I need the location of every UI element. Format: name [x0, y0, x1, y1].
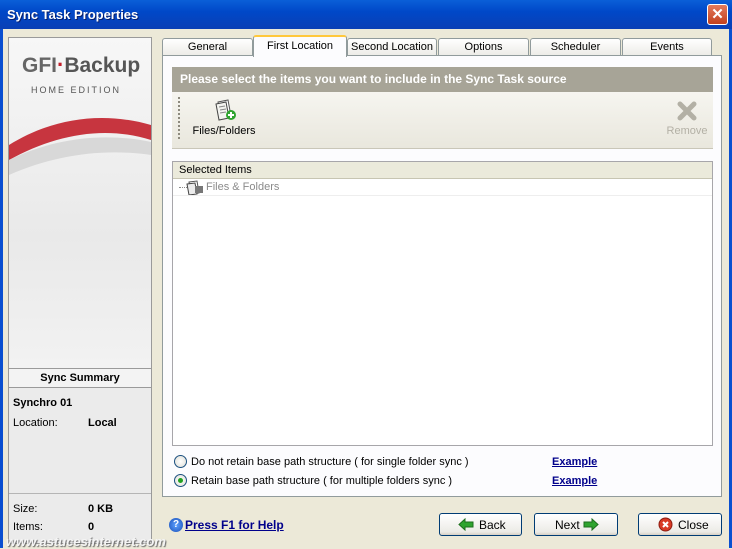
size-label: Size: — [13, 503, 38, 515]
back-arrow-icon — [458, 518, 474, 531]
summary-divider — [9, 493, 151, 494]
logo-swoosh-graphic — [9, 117, 151, 175]
remove-label: Remove — [666, 125, 708, 137]
window-close-button[interactable]: ✕ — [707, 4, 728, 25]
remove-button[interactable]: Remove — [664, 98, 710, 144]
remove-x-icon — [677, 101, 697, 121]
close-button[interactable]: Close — [638, 513, 722, 536]
logo-area: GFI·Backup HOME EDITION — [9, 38, 151, 368]
next-button[interactable]: Next — [534, 513, 618, 536]
help-icon: ? — [169, 518, 183, 532]
radio-selected-dot — [178, 478, 183, 483]
retain-label: Retain base path structure ( for multipl… — [191, 475, 453, 487]
files-folders-icon — [186, 180, 203, 195]
retain-radio[interactable] — [174, 474, 187, 487]
window-frame-left — [0, 29, 3, 548]
logo-edition: HOME EDITION — [31, 85, 122, 95]
toolbar: Files/Folders Remove — [172, 92, 713, 149]
tab-scheduler[interactable]: Scheduler — [530, 38, 621, 56]
sidebar-panel: GFI·Backup HOME EDITION Sync Summary Syn… — [8, 37, 152, 544]
no-retain-option[interactable]: Do not retain base path structure ( for … — [174, 454, 474, 470]
retain-option[interactable]: Retain base path structure ( for multipl… — [174, 473, 474, 489]
gfi-backup-logo: GFI·Backup — [22, 52, 141, 77]
help-label: Press F1 for Help — [185, 518, 284, 532]
title-bar: Sync Task Properties ✕ — [0, 0, 732, 29]
example-link-multiple[interactable]: Example — [552, 475, 597, 487]
window-title: Sync Task Properties — [7, 7, 139, 22]
no-retain-radio[interactable] — [174, 455, 187, 468]
items-value: 0 — [88, 521, 95, 533]
example-link-single[interactable]: Example — [552, 456, 597, 468]
next-label: Next — [555, 518, 580, 532]
instruction-banner: Please select the items you want to incl… — [172, 67, 713, 92]
tab-options[interactable]: Options — [438, 38, 529, 56]
close-circle-icon — [658, 517, 673, 532]
sync-summary-header: Sync Summary — [9, 368, 151, 388]
files-folders-label: Files/Folders — [192, 125, 256, 137]
location-value: Local — [88, 417, 117, 429]
add-files-icon — [215, 99, 236, 121]
close-icon: ✕ — [711, 6, 724, 23]
add-files-folders-button[interactable]: Files/Folders — [189, 98, 259, 144]
close-label: Close — [678, 518, 709, 532]
back-label: Back — [479, 518, 506, 532]
size-value: 0 KB — [88, 503, 114, 515]
tab-general[interactable]: General — [162, 38, 253, 56]
back-button[interactable]: Back — [439, 513, 522, 536]
tab-events[interactable]: Events — [622, 38, 712, 56]
no-retain-label: Do not retain base path structure ( for … — [191, 456, 469, 468]
next-arrow-icon — [583, 518, 599, 531]
task-name: Synchro 01 — [13, 397, 73, 409]
tab-first-location[interactable]: First Location — [253, 35, 347, 57]
tab-second-location[interactable]: Second Location — [347, 38, 437, 56]
selected-items-list[interactable]: Selected Items Files & Folders — [172, 161, 713, 446]
items-label: Items: — [13, 521, 43, 533]
list-item-label: Files & Folders — [206, 181, 280, 193]
toolbar-grip — [178, 97, 180, 141]
list-item[interactable]: Files & Folders — [173, 179, 712, 196]
list-header: Selected Items — [173, 162, 712, 179]
location-label: Location: — [13, 417, 58, 429]
watermark: www.astucesinternet.com — [6, 534, 166, 549]
